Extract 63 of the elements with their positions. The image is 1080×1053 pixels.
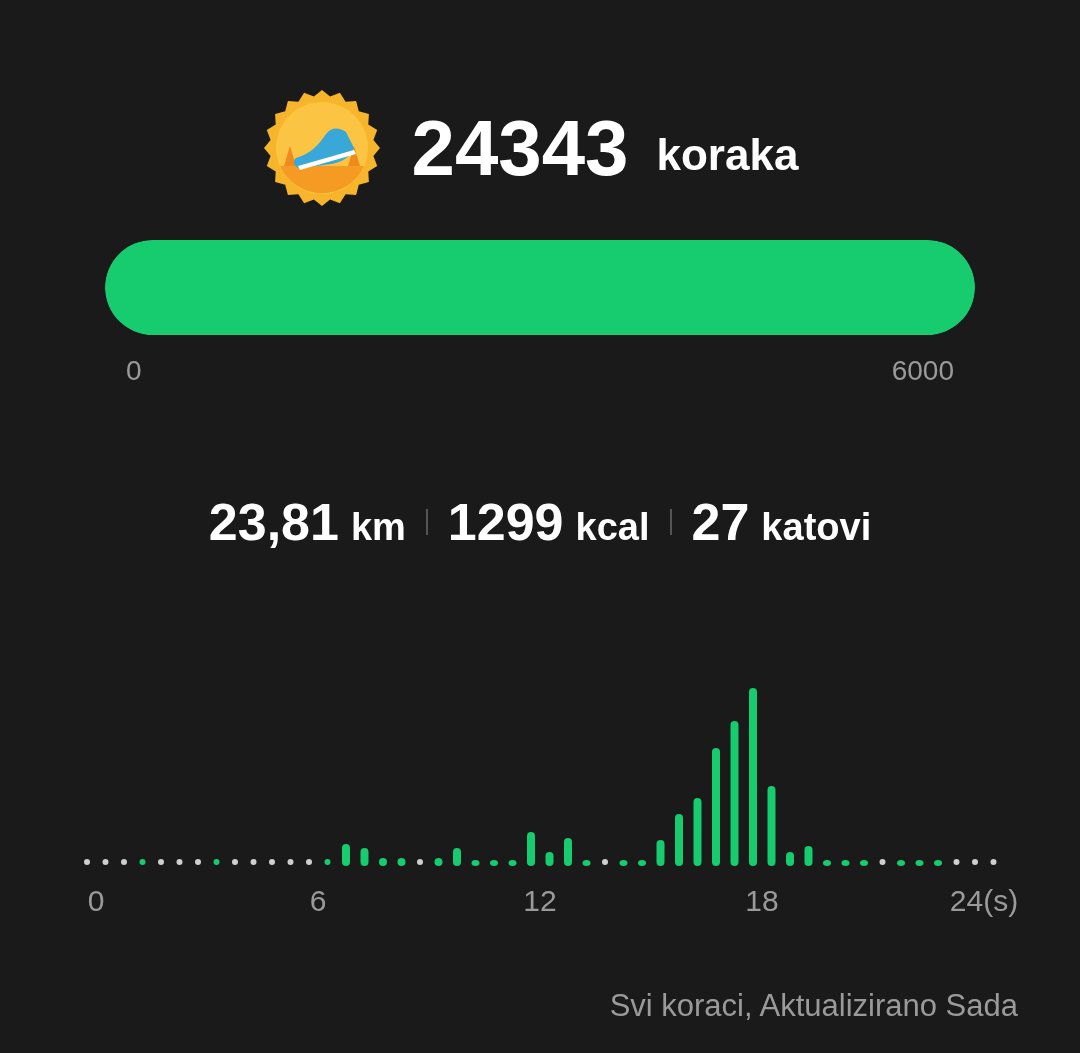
- activity-bar: [841, 860, 850, 866]
- activity-dot: [84, 859, 90, 865]
- update-status-text: Svi koraci, Aktualizirano Sada: [609, 988, 1018, 1024]
- step-unit: koraka: [656, 130, 799, 180]
- activity-bar: [934, 860, 942, 866]
- activity-bar: [804, 846, 813, 866]
- activity-dot: [176, 859, 183, 865]
- stat-unit: kcal: [575, 506, 650, 549]
- activity-bar: [527, 832, 535, 866]
- activity-bar: [693, 798, 702, 866]
- stat-unit: km: [350, 506, 406, 549]
- axis-label: 18: [745, 884, 779, 918]
- activity-dot: [269, 859, 275, 865]
- activity-bar: [490, 860, 498, 866]
- activity-bar: [379, 858, 387, 866]
- activity-dot: [232, 859, 238, 865]
- stat-value: 23,81: [208, 492, 339, 552]
- activity-dot: [139, 859, 146, 865]
- axis-label: 0: [87, 884, 105, 918]
- activity-bar: [860, 860, 868, 866]
- activity-bar: [434, 858, 443, 866]
- activity-bar: [397, 858, 406, 866]
- stat-unit: katovi: [761, 506, 872, 549]
- activity-dot: [287, 859, 294, 865]
- activity-bar: [786, 852, 794, 866]
- axis-label: 6: [309, 884, 327, 918]
- activity-dot: [953, 859, 960, 865]
- activity-bar: [823, 860, 831, 866]
- activity-bar: [638, 860, 646, 866]
- activity-bar: [897, 860, 905, 866]
- stat-value: 1299: [447, 492, 564, 552]
- activity-bar: [453, 848, 461, 866]
- activity-bar: [342, 844, 350, 866]
- step-count: 24343: [411, 102, 629, 194]
- activity-bar: [545, 852, 554, 866]
- activity-dot: [417, 859, 423, 865]
- activity-dot: [250, 859, 257, 865]
- activity-bar: [675, 814, 683, 866]
- axis-label: 24(s): [949, 884, 1019, 918]
- activity-dot: [324, 859, 331, 865]
- activity-bar: [915, 860, 924, 866]
- activity-bar: [508, 860, 517, 866]
- activity-dot: [990, 859, 997, 865]
- activity-dot: [213, 859, 220, 865]
- activity-dot: [602, 859, 608, 865]
- activity-dot: [158, 859, 164, 865]
- activity-bar: [582, 860, 591, 866]
- goal-min-label: 0: [126, 355, 142, 387]
- activity-bar: [656, 840, 665, 866]
- goal-max-label: 6000: [891, 355, 954, 387]
- activity-dot: [121, 859, 127, 865]
- activity-dot: [195, 859, 201, 865]
- stat-value: 27: [691, 492, 750, 552]
- activity-dot: [306, 859, 312, 865]
- activity-bar: [619, 860, 628, 866]
- activity-bar: [564, 838, 572, 866]
- running-shoe-badge-icon: [261, 88, 382, 208]
- activity-dot: [879, 859, 886, 865]
- axis-label: 12: [523, 884, 557, 918]
- activity-dot: [102, 859, 109, 865]
- activity-bar: [360, 848, 369, 866]
- activity-dot: [972, 859, 978, 865]
- activity-bar: [471, 860, 480, 866]
